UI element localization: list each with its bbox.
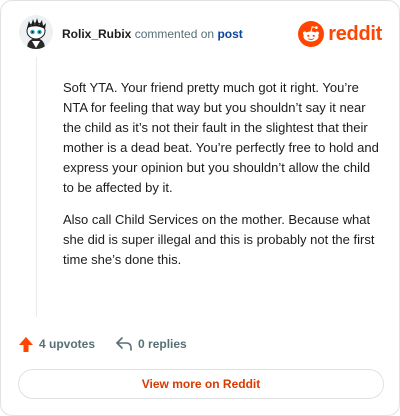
- snoo-avatar-icon: [19, 15, 53, 49]
- comment-header: Rolix_Rubix commented on post: [62, 27, 243, 41]
- comment-body: Soft YTA. Your friend pretty much got it…: [63, 78, 383, 282]
- comment-paragraph: Soft YTA. Your friend pretty much got it…: [63, 80, 379, 195]
- avatar[interactable]: [19, 15, 53, 49]
- embed-card: Rolix_Rubix commented on post reddit Sof…: [0, 0, 400, 416]
- brand-name: reddit: [328, 22, 382, 45]
- replies-count: 0 replies: [138, 337, 187, 351]
- action-text: commented on: [134, 27, 215, 41]
- reddit-brand[interactable]: reddit: [298, 21, 382, 47]
- view-more-button[interactable]: View more on Reddit: [18, 369, 384, 399]
- upvote-arrow-icon: [19, 336, 33, 352]
- upvote-button[interactable]: 4 upvotes: [18, 336, 95, 353]
- comment-actions: 4 upvotes 0 replies: [18, 335, 187, 353]
- author-name[interactable]: Rolix_Rubix: [62, 27, 131, 41]
- thread-line: [36, 57, 37, 317]
- post-link[interactable]: post: [217, 27, 242, 41]
- reply-arrow-icon: [116, 337, 132, 351]
- replies-button[interactable]: 0 replies: [115, 336, 187, 352]
- upvotes-count: 4 upvotes: [39, 337, 96, 351]
- comment-paragraph: Also call Child Services on the mother. …: [63, 212, 375, 267]
- reddit-logo-icon: [298, 21, 325, 47]
